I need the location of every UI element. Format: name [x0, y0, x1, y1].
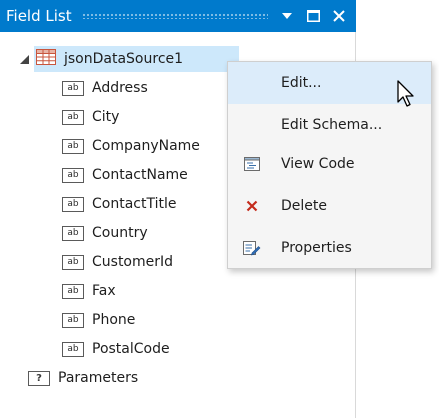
- properties-icon: [240, 236, 264, 260]
- field-item[interactable]: ab Country: [62, 220, 148, 246]
- string-field-icon: ab: [62, 109, 84, 125]
- field-item[interactable]: ab City: [62, 104, 119, 130]
- field-item[interactable]: ab CustomerId: [62, 249, 173, 275]
- string-field-icon: ab: [62, 341, 84, 357]
- menu-item-label: Edit...: [281, 75, 322, 91]
- string-field-icon: ab: [62, 254, 84, 270]
- datasource-label: jsonDataSource1: [64, 51, 184, 67]
- field-item[interactable]: ab Fax: [62, 278, 116, 304]
- collapse-arrow-icon[interactable]: [18, 53, 30, 65]
- menu-item-delete[interactable]: Delete: [228, 185, 431, 227]
- field-label: CompanyName: [92, 138, 200, 154]
- field-item[interactable]: ab ContactTitle: [62, 191, 176, 217]
- string-field-icon: ab: [62, 80, 84, 96]
- view-code-icon: [240, 152, 264, 176]
- field-label: Country: [92, 225, 148, 241]
- parameters-icon: ?: [28, 370, 50, 386]
- field-label: City: [92, 109, 120, 125]
- menu-item-view-code[interactable]: View Code: [228, 143, 431, 185]
- field-label: CustomerId: [92, 254, 174, 270]
- field-item[interactable]: ab CompanyName: [62, 133, 200, 159]
- tree-node-datasource[interactable]: jsonDataSource1: [18, 46, 239, 72]
- panel-title-bar[interactable]: Field List: [0, 0, 356, 32]
- string-field-icon: ab: [62, 283, 84, 299]
- menu-item-label: View Code: [281, 156, 355, 172]
- string-field-icon: ab: [62, 312, 84, 328]
- maximize-icon[interactable]: [302, 5, 324, 27]
- field-item[interactable]: ab PostalCode: [62, 336, 170, 362]
- delete-icon: [240, 194, 264, 218]
- field-label: ContactName: [92, 167, 188, 183]
- dropdown-icon[interactable]: [276, 5, 298, 27]
- table-icon: [36, 49, 56, 69]
- panel-title: Field List: [6, 7, 72, 25]
- menu-item-properties[interactable]: Properties: [228, 227, 431, 269]
- field-item[interactable]: ab Phone: [62, 307, 135, 333]
- menu-item-label: Delete: [281, 198, 327, 214]
- mouse-cursor-icon: [397, 80, 417, 110]
- menu-item-edit-schema[interactable]: Edit Schema...: [228, 104, 431, 146]
- field-item[interactable]: ab ContactName: [62, 162, 188, 188]
- tree-node-parameters[interactable]: ? Parameters: [28, 365, 138, 391]
- field-label: ContactTitle: [92, 196, 177, 212]
- field-label: PostalCode: [92, 341, 170, 357]
- drag-grip[interactable]: [81, 13, 268, 19]
- menu-item-label: Edit Schema...: [281, 117, 383, 133]
- menu-item-label: Properties: [281, 240, 352, 256]
- field-label: Phone: [92, 312, 136, 328]
- string-field-icon: ab: [62, 167, 84, 183]
- parameters-label: Parameters: [58, 370, 139, 386]
- field-item[interactable]: ab Address: [62, 75, 148, 101]
- field-label: Fax: [92, 283, 116, 299]
- close-icon[interactable]: [328, 5, 350, 27]
- field-label: Address: [92, 80, 148, 96]
- string-field-icon: ab: [62, 138, 84, 154]
- string-field-icon: ab: [62, 196, 84, 212]
- string-field-icon: ab: [62, 225, 84, 241]
